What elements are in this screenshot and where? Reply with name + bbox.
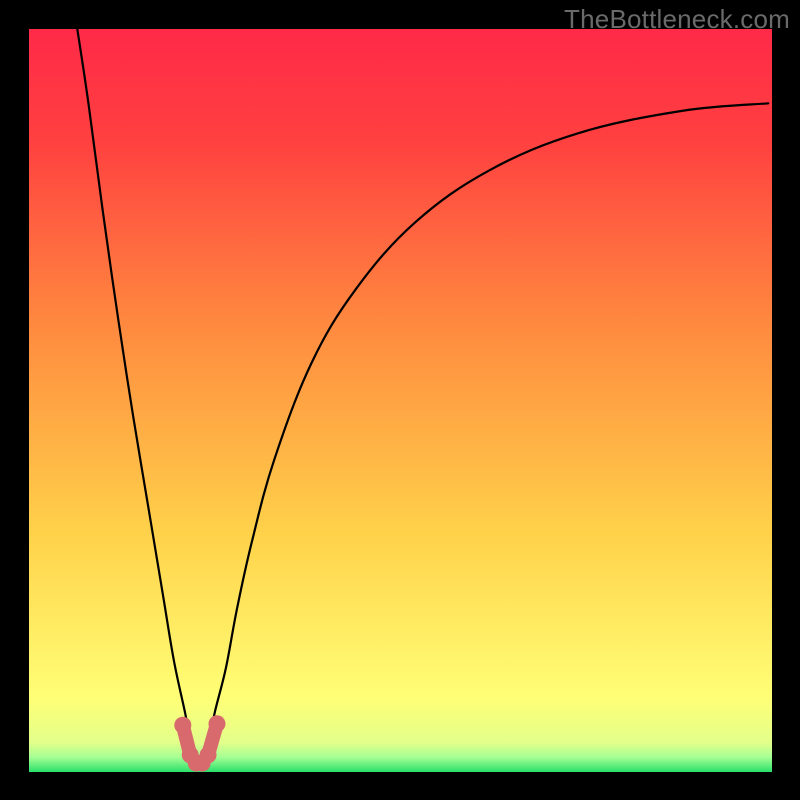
curve-marker	[174, 717, 191, 734]
watermark-text: TheBottleneck.com	[564, 4, 790, 35]
background-gradient	[29, 29, 772, 772]
plot-area	[29, 29, 772, 772]
chart-svg	[29, 29, 772, 772]
curve-marker	[200, 746, 217, 763]
curve-marker	[208, 715, 225, 732]
chart-frame: TheBottleneck.com	[0, 0, 800, 800]
